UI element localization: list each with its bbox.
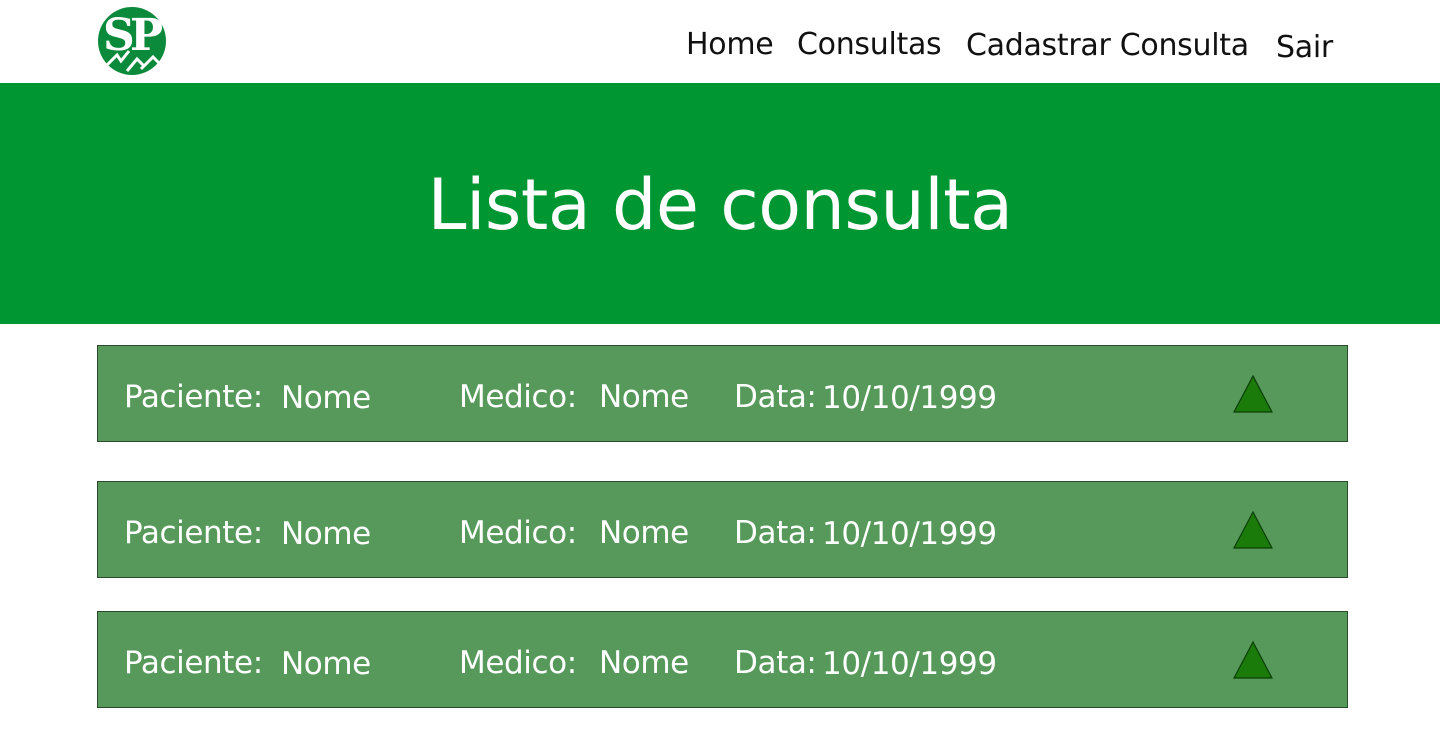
triangle-up-icon[interactable]	[1232, 640, 1274, 680]
paciente-value: Nome	[281, 646, 371, 682]
data-label: Data:	[734, 379, 817, 415]
triangle-up-icon[interactable]	[1232, 374, 1274, 414]
medico-label: Medico:	[459, 379, 577, 415]
nav-cadastrar-consulta[interactable]: Cadastrar Consulta	[966, 28, 1249, 63]
nav-consultas[interactable]: Consultas	[797, 27, 942, 62]
nav-sair[interactable]: Sair	[1276, 30, 1333, 65]
data-label: Data:	[734, 515, 817, 551]
paciente-label: Paciente:	[124, 379, 263, 415]
consulta-card: Paciente: Nome Medico: Nome Data: 10/10/…	[97, 481, 1348, 578]
medico-label: Medico:	[459, 645, 577, 681]
logo-icon: S P	[98, 7, 166, 75]
nav-home[interactable]: Home	[686, 27, 774, 62]
paciente-label: Paciente:	[124, 515, 263, 551]
medico-label: Medico:	[459, 515, 577, 551]
consulta-card: Paciente: Nome Medico: Nome Data: 10/10/…	[97, 345, 1348, 442]
paciente-label: Paciente:	[124, 645, 263, 681]
paciente-value: Nome	[281, 516, 371, 552]
medico-value: Nome	[599, 379, 689, 415]
data-value: 10/10/1999	[822, 380, 997, 416]
page-title: Lista de consulta	[427, 164, 1013, 246]
svg-text:P: P	[130, 10, 163, 61]
medico-value: Nome	[599, 515, 689, 551]
triangle-up-icon[interactable]	[1232, 510, 1274, 550]
data-value: 10/10/1999	[822, 516, 997, 552]
data-value: 10/10/1999	[822, 646, 997, 682]
logo[interactable]: S P	[97, 5, 169, 77]
consulta-card: Paciente: Nome Medico: Nome Data: 10/10/…	[97, 611, 1348, 708]
data-label: Data:	[734, 645, 817, 681]
paciente-value: Nome	[281, 380, 371, 416]
medico-value: Nome	[599, 645, 689, 681]
